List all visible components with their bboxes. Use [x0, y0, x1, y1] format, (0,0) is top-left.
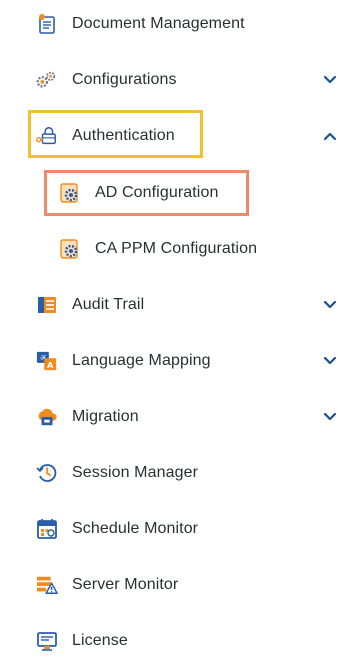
sidebar-item-label: Document Management — [72, 15, 245, 32]
sidebar-item-label: Authentication — [72, 127, 175, 144]
sidebar-subitem-ad-configuration[interactable]: AD Configuration — [0, 165, 357, 221]
sidebar-subitem-label: CA PPM Configuration — [95, 240, 258, 257]
license-card-icon — [36, 630, 58, 652]
list-board-icon — [36, 294, 58, 316]
calendar-icon — [36, 518, 58, 540]
sidebar-subitem-label: AD Configuration — [95, 184, 219, 201]
sidebar-item-label: Configurations — [72, 71, 177, 88]
chevron-down-icon[interactable] — [322, 297, 338, 313]
lock-key-icon — [36, 125, 58, 147]
clock-history-icon — [36, 462, 58, 484]
sidebar-navigation: Document Management Configurations Authe… — [0, 0, 357, 651]
sidebar-item-audit-trail[interactable]: Audit Trail — [0, 277, 357, 333]
gear-document-icon — [59, 238, 81, 260]
sidebar-subitem-ca-ppm-configuration[interactable]: CA PPM Configuration — [0, 221, 357, 277]
sidebar-item-label: License — [72, 632, 128, 649]
chevron-down-icon[interactable] — [322, 353, 338, 369]
sidebar-item-migration[interactable]: Migration — [0, 389, 357, 445]
sidebar-item-session-manager[interactable]: Session Manager — [0, 445, 357, 501]
chevron-down-icon[interactable] — [322, 409, 338, 425]
document-icon — [36, 13, 58, 35]
server-warning-icon — [36, 574, 58, 596]
sidebar-item-label: Session Manager — [72, 464, 199, 481]
sidebar-item-label: Schedule Monitor — [72, 520, 199, 537]
chevron-up-icon[interactable] — [322, 128, 338, 144]
sidebar-item-label: Language Mapping — [72, 352, 211, 369]
sidebar-item-label: Migration — [72, 408, 139, 425]
sidebar-item-server-monitor[interactable]: Server Monitor — [0, 557, 357, 613]
sidebar-item-configurations[interactable]: Configurations — [0, 52, 357, 108]
gear-document-icon — [59, 182, 81, 204]
translate-icon: अ A — [36, 350, 58, 372]
sidebar-item-license[interactable]: License — [0, 613, 357, 669]
sidebar-item-authentication[interactable]: Authentication — [0, 108, 357, 164]
svg-text:A: A — [47, 360, 54, 370]
sidebar-item-label: Audit Trail — [72, 296, 145, 313]
sidebar-item-schedule-monitor[interactable]: Schedule Monitor — [0, 501, 357, 557]
sidebar-item-label: Server Monitor — [72, 576, 179, 593]
sidebar-item-document-management[interactable]: Document Management — [0, 0, 357, 52]
cloud-migration-icon — [36, 406, 58, 428]
chevron-down-icon[interactable] — [322, 72, 338, 88]
sidebar-item-language-mapping[interactable]: अ A Language Mapping — [0, 333, 357, 389]
gears-icon — [35, 69, 57, 91]
